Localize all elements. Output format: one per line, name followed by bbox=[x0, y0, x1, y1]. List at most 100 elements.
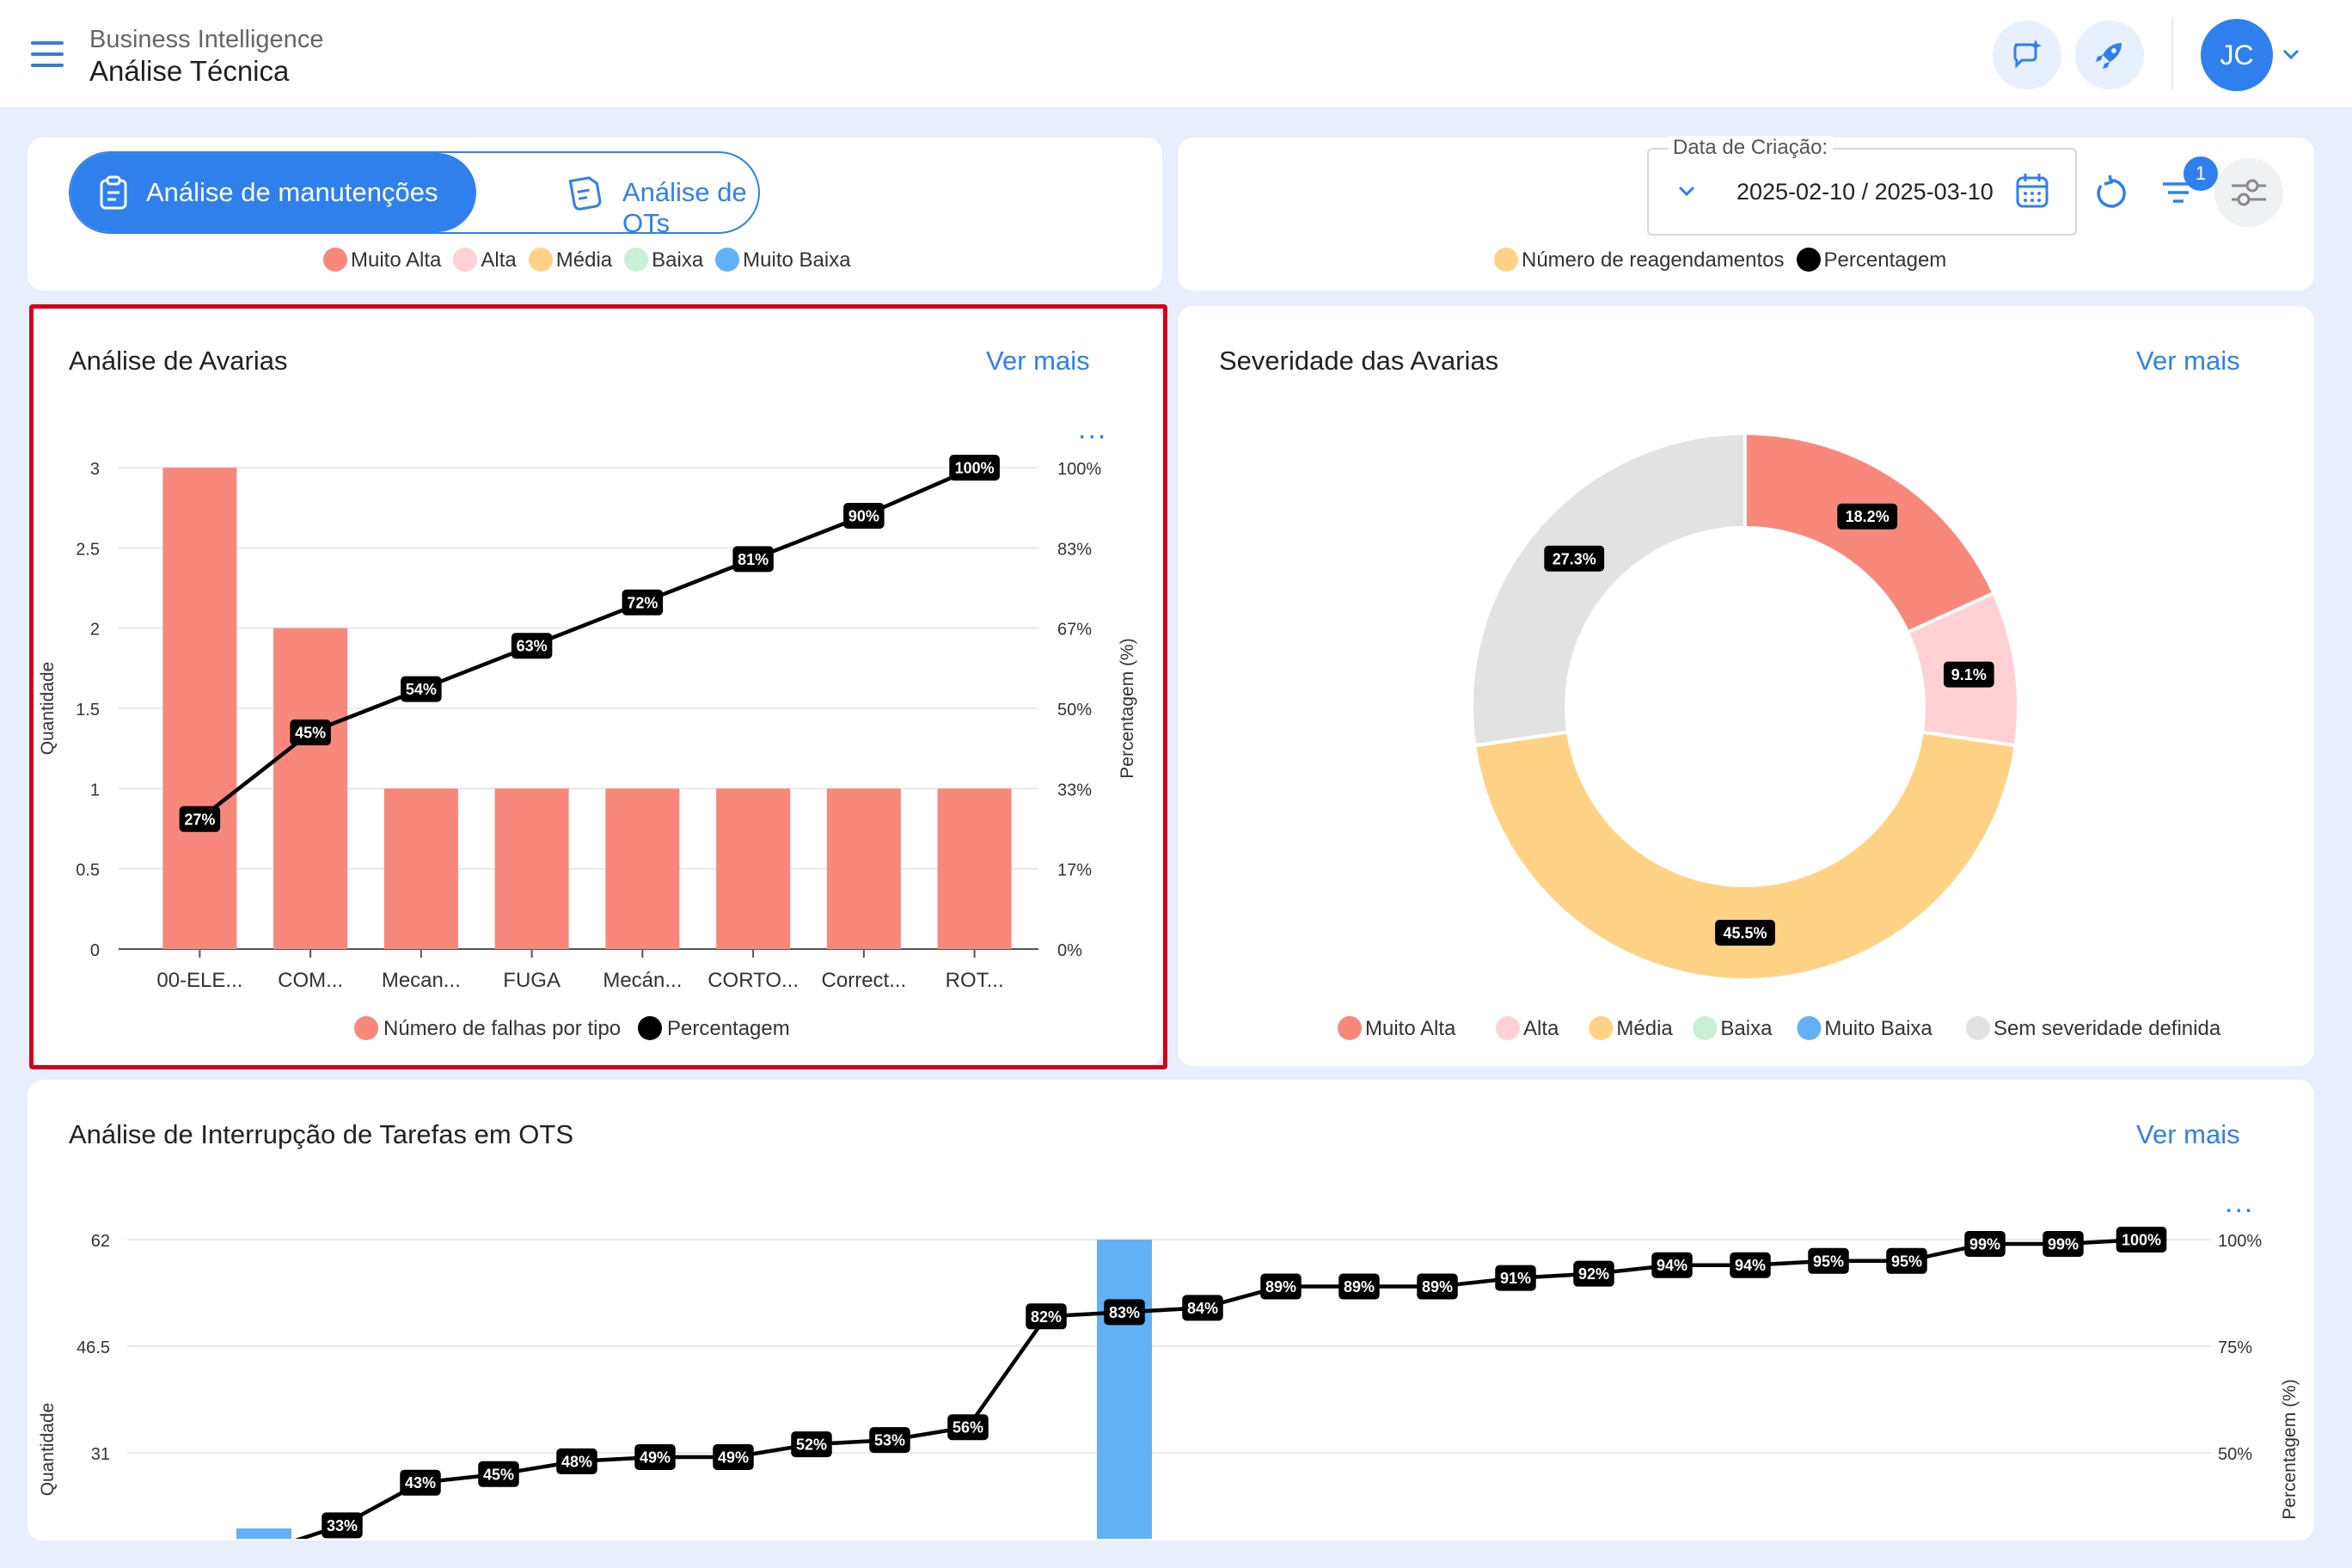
point-label: 84% bbox=[1187, 1300, 1218, 1317]
avatar[interactable]: JC bbox=[2201, 19, 2273, 91]
ver-mais-link[interactable]: Ver mais bbox=[2136, 346, 2240, 377]
y2-axis-label: Percentagem (%) bbox=[1118, 638, 1137, 778]
filter-count-badge: 1 bbox=[2184, 156, 2218, 191]
donut-slice bbox=[1470, 431, 1747, 748]
legend-item[interactable]: Baixa bbox=[624, 248, 703, 273]
point-label: 9.1% bbox=[1951, 666, 1987, 683]
x-tick-label: Mecan... bbox=[382, 969, 461, 992]
y2-tick-label: 83% bbox=[1057, 540, 1092, 559]
header-divider bbox=[2171, 19, 2173, 89]
point-label: 90% bbox=[848, 507, 879, 524]
bar bbox=[716, 788, 791, 949]
rocket-icon bbox=[2096, 43, 2122, 69]
y-tick-label: 2.5 bbox=[76, 540, 100, 559]
legend-label: Percentagem bbox=[1823, 248, 1947, 272]
analysis-tabs: Análise de manutenções Análise de OTs bbox=[69, 151, 760, 234]
legend-swatch bbox=[453, 248, 478, 272]
settings-sliders-button[interactable] bbox=[2214, 158, 2283, 227]
ver-mais-link[interactable]: Ver mais bbox=[2136, 1119, 2240, 1150]
y-tick-label: 2 bbox=[90, 621, 100, 640]
legend-label: Média bbox=[555, 248, 613, 272]
legend-swatch bbox=[1494, 248, 1518, 272]
point-label: 89% bbox=[1344, 1278, 1375, 1295]
y-axis-label: Quantidade bbox=[38, 662, 58, 756]
severidade-chart: 18.2% 9.1% 45.5% 27.3% Muito Alta Alta Média Ba… bbox=[1338, 431, 2221, 1040]
refresh-icon[interactable] bbox=[2092, 174, 2130, 211]
legend-swatch bbox=[323, 248, 347, 272]
y2-tick-label: 75% bbox=[2218, 1338, 2252, 1357]
point-label: 56% bbox=[952, 1419, 983, 1436]
point-label: 63% bbox=[517, 638, 548, 655]
bar bbox=[1097, 1240, 1152, 1539]
y2-tick-label: 50% bbox=[1057, 701, 1092, 720]
legend-label: Sem severidade definida bbox=[1994, 1017, 2221, 1040]
legend-label: Muito Alta bbox=[351, 248, 442, 272]
y2-tick-label: 33% bbox=[1057, 781, 1092, 799]
point-label: 95% bbox=[1813, 1253, 1844, 1270]
legend-label: Número de reagendamentos bbox=[1522, 248, 1785, 272]
chevron-down-icon[interactable] bbox=[2282, 48, 2300, 60]
app-header: Business Intelligence Análise Técnica JC bbox=[0, 0, 2352, 108]
legend-label: Baixa bbox=[1720, 1017, 1773, 1040]
page-title: Análise Técnica bbox=[89, 55, 290, 87]
chevron-down-icon[interactable] bbox=[1676, 184, 1697, 198]
tab-manutencoes[interactable]: Análise de manutenções bbox=[70, 153, 476, 232]
legend-swatch bbox=[1797, 1016, 1822, 1040]
card-title: Severidade das Avarias bbox=[1219, 346, 1499, 376]
menu-icon[interactable] bbox=[31, 41, 64, 67]
point-label: 49% bbox=[640, 1449, 671, 1466]
point-label: 95% bbox=[1891, 1253, 1922, 1270]
point-label: 99% bbox=[2048, 1235, 2079, 1253]
ai-chat-button[interactable] bbox=[1993, 21, 2061, 89]
legend-item[interactable]: Muito Baixa bbox=[715, 248, 851, 273]
legend-swatch bbox=[528, 248, 553, 272]
rocket-button[interactable] bbox=[2075, 21, 2144, 89]
legend-label: Alta bbox=[481, 248, 517, 272]
calendar-icon[interactable] bbox=[2015, 172, 2049, 210]
legend-item[interactable]: Número de reagendamentos bbox=[1494, 248, 1785, 273]
legend-item[interactable]: Percentagem bbox=[1796, 248, 1947, 273]
point-label: 81% bbox=[738, 551, 769, 568]
x-tick-label: CORTO... bbox=[707, 969, 799, 992]
severity-legend: Muito Alta Alta Média Baixa Muito Baixa bbox=[323, 248, 863, 273]
bar bbox=[605, 788, 680, 949]
legend-swatch bbox=[1966, 1016, 1990, 1040]
y2-tick-label: 67% bbox=[1057, 621, 1092, 640]
ver-mais-link[interactable]: Ver mais bbox=[986, 346, 1090, 377]
legend-swatch bbox=[1589, 1016, 1614, 1040]
point-label: 100% bbox=[955, 459, 995, 476]
point-label: 52% bbox=[796, 1436, 827, 1454]
point-label: 48% bbox=[561, 1453, 592, 1470]
y-tick-label: 1 bbox=[90, 781, 100, 799]
legend-swatch bbox=[715, 248, 740, 272]
card-title: Análise de Interrupção de Tarefas em OTS bbox=[69, 1119, 574, 1149]
y-axis-label: Quantidade bbox=[38, 1403, 58, 1497]
point-label: 18.2% bbox=[1846, 508, 1890, 525]
y-tick-label: 31 bbox=[91, 1445, 110, 1464]
legend-swatch bbox=[354, 1016, 378, 1040]
y2-tick-label: 100% bbox=[1057, 460, 1101, 479]
ai-chat-icon bbox=[2013, 40, 2042, 69]
legend-label: Baixa bbox=[652, 248, 704, 272]
legend-item[interactable]: Muito Alta bbox=[323, 248, 441, 273]
point-label: 94% bbox=[1735, 1257, 1766, 1274]
date-range-label: Data de Criação: bbox=[1668, 136, 1834, 160]
y2-tick-label: 0% bbox=[1057, 941, 1082, 960]
x-tick-label: 00-ELE... bbox=[156, 969, 242, 992]
point-label: 49% bbox=[718, 1449, 749, 1466]
legend-swatch bbox=[1796, 248, 1821, 272]
point-label: 72% bbox=[627, 594, 658, 611]
y2-tick-label: 50% bbox=[2218, 1445, 2252, 1464]
legend-swatch bbox=[624, 248, 649, 272]
reschedule-legend: Número de reagendamentos Percentagem bbox=[1494, 248, 1958, 273]
legend-item[interactable]: Alta bbox=[453, 248, 517, 273]
point-label: 83% bbox=[1109, 1304, 1140, 1321]
point-label: 33% bbox=[327, 1517, 358, 1534]
legend-swatch bbox=[1338, 1016, 1362, 1040]
y-tick-label: 3 bbox=[90, 460, 100, 479]
section-title: Business Intelligence bbox=[89, 26, 324, 53]
legend-item[interactable]: Média bbox=[528, 248, 613, 273]
point-label: 45.5% bbox=[1723, 924, 1767, 941]
tab-ots[interactable]: Análise de OTs bbox=[476, 153, 758, 232]
legend-label: Número de falhas por tipo bbox=[383, 1017, 621, 1040]
